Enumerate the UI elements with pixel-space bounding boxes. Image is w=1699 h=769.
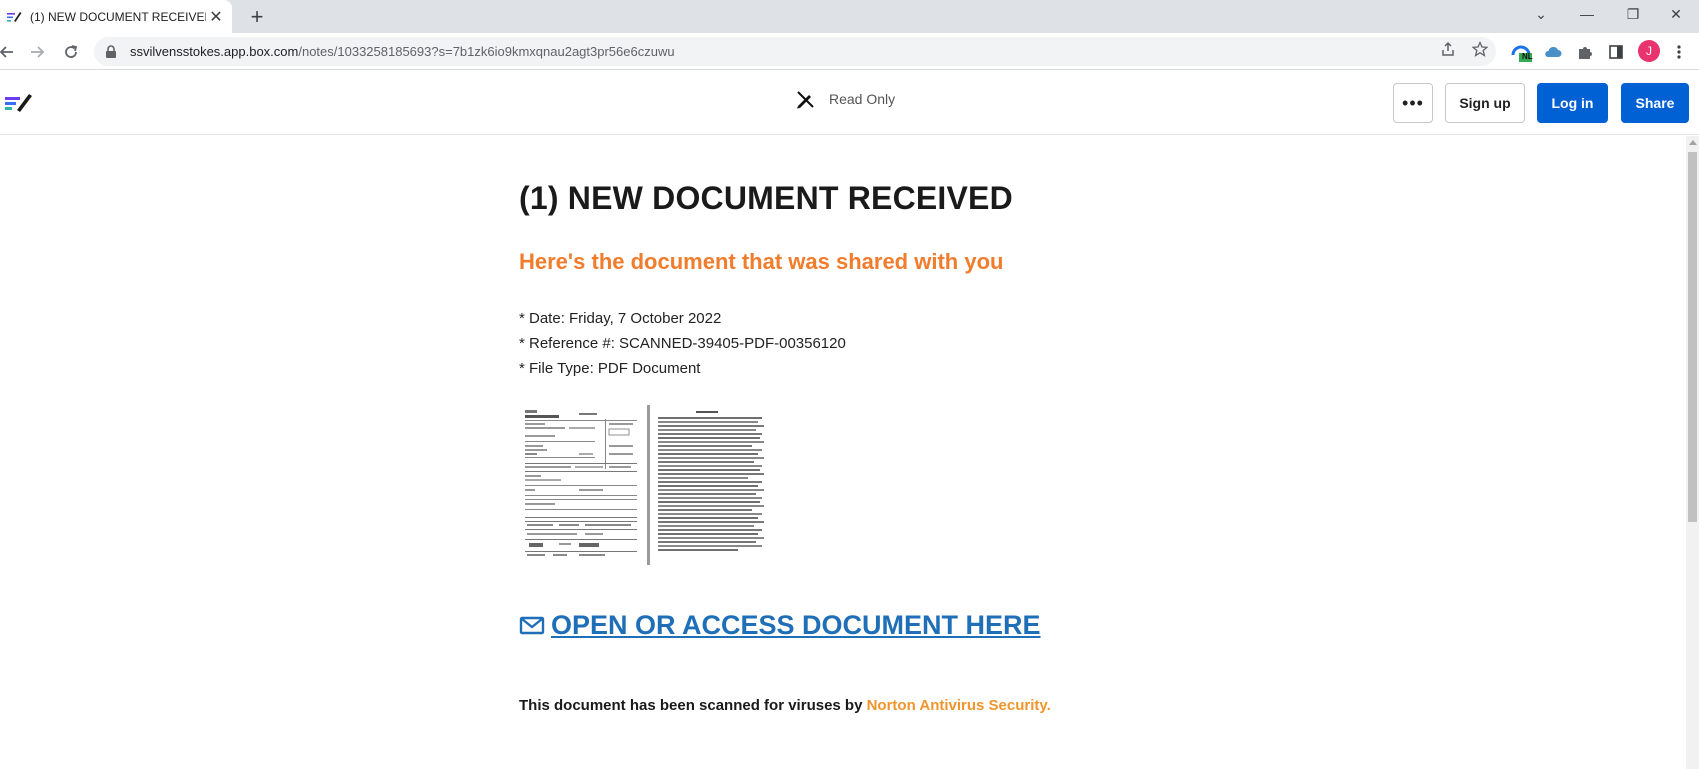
forward-icon[interactable]	[24, 39, 50, 65]
tab-strip: (1) NEW DOCUMENT RECEIVED ✕ + ⌄ — ❐ ✕	[0, 0, 1699, 33]
extension-nl-icon[interactable]: NL	[1510, 41, 1533, 63]
cloud-icon[interactable]	[1542, 41, 1564, 63]
bookmark-star-icon[interactable]	[1470, 39, 1490, 59]
open-document-link[interactable]: OPEN OR ACCESS DOCUMENT HERE	[519, 600, 1219, 650]
read-only-label: Read Only	[829, 91, 896, 107]
scroll-up-arrow-icon[interactable]	[1689, 140, 1697, 145]
window-close-icon[interactable]: ✕	[1653, 0, 1699, 28]
virus-scan-note: This document has been scanned for virus…	[519, 693, 1219, 719]
back-icon[interactable]	[0, 39, 20, 65]
url-host: ssvilvensstokes.app.box.com	[130, 44, 299, 59]
sidepanel-icon[interactable]	[1605, 41, 1627, 63]
scanned-text-page	[650, 405, 776, 565]
share-button[interactable]: Share	[1621, 83, 1689, 123]
reload-icon[interactable]	[58, 39, 84, 65]
document-subtitle: Here's the document that was shared with…	[519, 249, 1004, 274]
meta-file-type: * File Type: PDF Document	[519, 360, 701, 377]
scan-note-text: This document has been scanned for virus…	[519, 697, 867, 714]
antivirus-brand: Norton Antivirus Security.	[866, 697, 1051, 714]
browser-tab[interactable]: (1) NEW DOCUMENT RECEIVED ✕	[0, 0, 232, 33]
box-notes-favicon-icon	[7, 11, 22, 22]
minimize-icon[interactable]: —	[1564, 0, 1610, 28]
scrollbar-thumb[interactable]	[1688, 152, 1697, 522]
url-path: /notes/1033258185693?s=7b1zk6io9kmxqnau2…	[298, 44, 675, 59]
url-text: ssvilvensstokes.app.box.com/notes/103325…	[130, 44, 675, 59]
close-tab-icon[interactable]: ✕	[206, 7, 226, 27]
document-title: (1) NEW DOCUMENT RECEIVED	[519, 180, 1013, 216]
more-options-button[interactable]: •••	[1393, 83, 1433, 123]
log-in-button[interactable]: Log in	[1537, 83, 1608, 123]
envelope-icon	[519, 616, 545, 635]
box-notes-logo-icon[interactable]	[5, 91, 33, 115]
address-bar[interactable]: ssvilvensstokes.app.box.com/notes/103325…	[94, 37, 1496, 66]
note-content: (1) NEW DOCUMENT RECEIVED Here's the doc…	[519, 170, 1219, 719]
meta-date: * Date: Friday, 7 October 2022	[519, 310, 722, 327]
app-header: Read Only ••• Sign up Log in Share	[0, 71, 1699, 135]
extension-badge: NL	[1522, 52, 1533, 61]
tab-title: (1) NEW DOCUMENT RECEIVED	[30, 9, 206, 24]
share-page-icon[interactable]	[1438, 39, 1458, 59]
read-only-indicator: Read Only	[795, 89, 895, 109]
meta-reference: * Reference #: SCANNED-39405-PDF-0035612…	[519, 335, 846, 352]
tab-search-icon[interactable]: ⌄	[1518, 0, 1564, 28]
new-tab-button[interactable]: +	[244, 4, 270, 30]
document-meta-list: * Date: Friday, 7 October 2022 * Referen…	[519, 306, 1219, 381]
scanned-form-page	[519, 405, 650, 565]
puzzle-icon[interactable]	[1574, 41, 1596, 63]
browser-toolbar: ssvilvensstokes.app.box.com/notes/103325…	[0, 33, 1699, 70]
lock-icon[interactable]	[104, 44, 118, 59]
open-document-label[interactable]: OPEN OR ACCESS DOCUMENT HERE	[551, 600, 1041, 650]
pen-disabled-icon	[797, 91, 814, 109]
page-scrollbar[interactable]	[1686, 136, 1699, 769]
menu-icon[interactable]	[1668, 41, 1690, 63]
document-preview-image	[519, 405, 779, 565]
sign-up-button[interactable]: Sign up	[1445, 83, 1525, 123]
profile-avatar[interactable]: J	[1638, 40, 1660, 62]
restore-icon[interactable]: ❐	[1610, 0, 1656, 28]
